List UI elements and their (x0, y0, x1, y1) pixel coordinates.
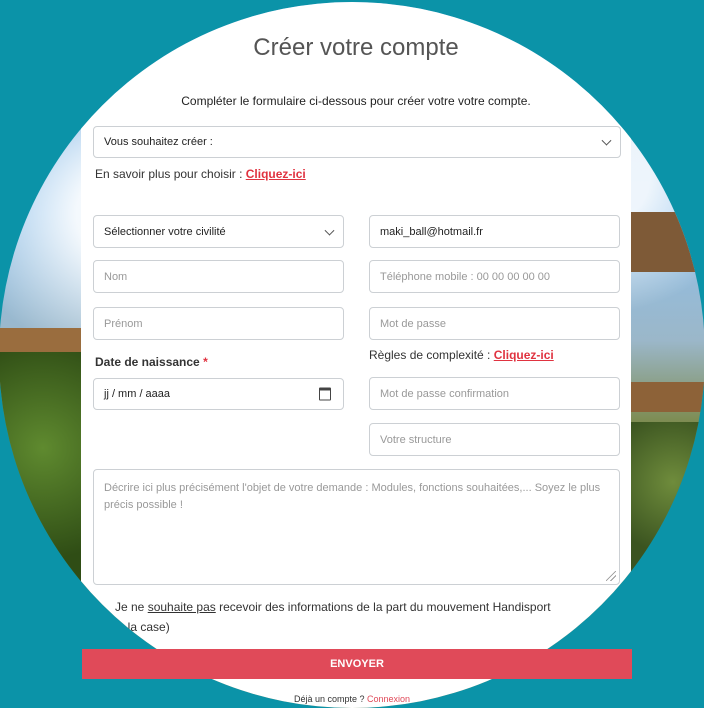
prenom-placeholder: Prénom (104, 317, 143, 330)
chevron-down-icon (324, 225, 335, 236)
learn-more-link[interactable]: Cliquez-ici (246, 167, 306, 181)
birth-date-input[interactable]: jj / mm / aaaa (93, 378, 344, 410)
consent-line-2: cher la case) (101, 620, 170, 634)
login-prompt-text: Déjà un compte ? (293, 694, 367, 704)
nom-placeholder: Nom (104, 270, 128, 283)
phone-input[interactable]: Téléphone mobile : 00 00 00 00 00 (369, 260, 620, 293)
trees-photo-right (625, 422, 704, 572)
login-link[interactable]: Connexion (367, 694, 410, 704)
civility-value: Sélectionner votre civilité (104, 225, 226, 238)
resize-handle-icon[interactable] (606, 571, 616, 581)
structure-input[interactable]: Votre structure (369, 423, 620, 456)
consent-pre: Je ne (115, 600, 148, 614)
aqueduct-photo-right-top (625, 212, 704, 272)
calendar-icon[interactable] (319, 387, 331, 401)
structure-placeholder: Votre structure (380, 433, 452, 446)
password-confirm-placeholder: Mot de passe confirmation (380, 387, 510, 400)
required-mark: * (203, 355, 208, 369)
message-textarea[interactable]: Décrire ici plus précisément l'objet de … (93, 469, 620, 585)
nom-input[interactable]: Nom (93, 260, 344, 293)
learn-more-text: En savoir plus pour choisir : (95, 167, 246, 181)
password-rules-text: Règles de complexité : (369, 348, 494, 362)
page-title: Créer votre compte (253, 34, 459, 61)
consent-post: recevoir des informations de la part du … (215, 600, 551, 614)
password-confirm-input[interactable]: Mot de passe confirmation (369, 377, 620, 410)
background-photo-circle: Créer votre compte Compléter le formulai… (0, 2, 704, 708)
prenom-input[interactable]: Prénom (93, 307, 344, 340)
account-type-value: Vous souhaitez créer : (104, 136, 213, 148)
civility-select[interactable]: Sélectionner votre civilité (93, 215, 344, 248)
birth-date-label: Date de naissance * (95, 355, 208, 369)
phone-placeholder: Téléphone mobile : 00 00 00 00 00 (380, 270, 551, 283)
birth-date-value: jj / mm / aaaa (104, 388, 171, 400)
password-input[interactable]: Mot de passe (369, 307, 620, 340)
consent-link[interactable]: souhaite pas (148, 600, 216, 614)
signup-form-panel: Créer votre compte Compléter le formulai… (81, 2, 631, 708)
consent-line-1: Je ne souhaite pas recevoir des informat… (115, 600, 551, 614)
page-subtitle: Compléter le formulaire ci-dessous pour … (181, 94, 531, 108)
submit-button[interactable]: ENVOYER (82, 649, 632, 679)
password-placeholder: Mot de passe (380, 317, 447, 330)
chevron-down-icon (601, 135, 612, 146)
password-rules-link[interactable]: Cliquez-ici (494, 348, 554, 362)
login-prompt: Déjà un compte ? Connexion (0, 694, 704, 704)
password-rules-line: Règles de complexité : Cliquez-ici (369, 348, 554, 362)
birth-date-label-text: Date de naissance (95, 355, 200, 369)
email-input[interactable]: maki_ball@hotmail.fr (369, 215, 620, 248)
account-type-select[interactable]: Vous souhaitez créer : (93, 126, 621, 158)
message-placeholder: Décrire ici plus précisément l'objet de … (104, 482, 601, 511)
email-value: maki_ball@hotmail.fr (380, 225, 483, 238)
learn-more-line: En savoir plus pour choisir : Cliquez-ic… (95, 167, 306, 181)
